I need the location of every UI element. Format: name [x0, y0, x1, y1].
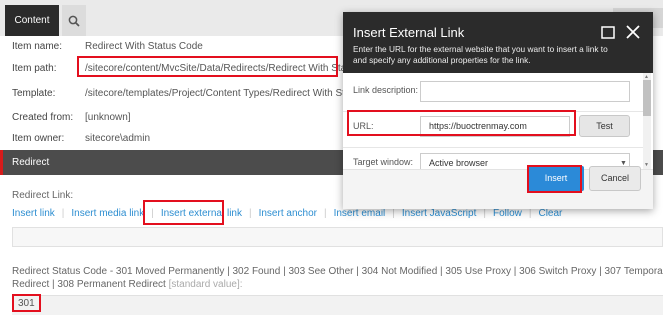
status-code-field[interactable]: [12, 295, 663, 315]
toolbar-separator: |: [248, 208, 252, 219]
item-name-label: Item name:: [12, 41, 63, 52]
scroll-down-arrow-icon[interactable]: ▼: [644, 162, 649, 168]
item-name-value: Redirect With Status Code: [85, 41, 203, 52]
standard-value-note: [standard value]:: [168, 279, 243, 290]
dialog-header: Insert External Link Enter the URL for t…: [343, 12, 653, 73]
search-icon: [68, 15, 80, 27]
insert-email-button[interactable]: Insert email: [334, 208, 386, 219]
tab-content[interactable]: Content: [5, 5, 59, 36]
toolbar-separator: |: [392, 208, 395, 219]
insert-link-button[interactable]: Insert link: [12, 208, 55, 219]
toolbar-separator: |: [61, 208, 65, 219]
cancel-button[interactable]: Cancel: [589, 166, 641, 191]
close-icon[interactable]: [625, 24, 641, 40]
test-button[interactable]: Test: [579, 115, 630, 137]
dialog-scrollbar-thumb[interactable]: [643, 80, 651, 116]
redirect-link-label: Redirect Link:: [12, 190, 74, 201]
status-code-highlight: [12, 294, 41, 312]
target-window-label: Target window:: [353, 157, 414, 167]
item-owner-value: sitecore\admin: [85, 133, 151, 144]
created-from-label: Created from:: [12, 112, 74, 123]
toolbar-separator: |: [323, 208, 327, 219]
item-path-label: Item path:: [12, 63, 57, 74]
tab-search[interactable]: [62, 5, 86, 36]
template-label: Template:: [12, 88, 56, 99]
created-from-value: [unknown]: [85, 112, 131, 123]
toolbar-separator: |: [528, 208, 532, 219]
scroll-up-arrow-icon[interactable]: ▲: [644, 74, 649, 80]
redirect-link-field[interactable]: [12, 227, 663, 247]
item-owner-label: Item owner:: [12, 133, 65, 144]
status-code-label: Redirect Status Code - 301 Moved Permane…: [12, 265, 663, 291]
toolbar-separator: |: [483, 208, 486, 219]
dialog-title: Insert External Link: [353, 25, 465, 40]
follow-button[interactable]: Follow: [493, 208, 522, 219]
maximize-icon[interactable]: [600, 24, 616, 40]
insert-javascript-button[interactable]: Insert JavaScript: [402, 208, 476, 219]
url-highlight: [347, 110, 576, 136]
dialog-separator: [343, 147, 643, 148]
insert-external-link-dialog: Insert External Link Enter the URL for t…: [343, 12, 653, 209]
clear-button[interactable]: Clear: [538, 208, 562, 219]
link-description-label: Link description:: [353, 85, 419, 95]
dialog-subtitle: Enter the URL for the external website t…: [353, 44, 608, 65]
insert-button-highlight: [527, 165, 582, 193]
section-title: Redirect: [12, 157, 50, 168]
item-path-highlight: [77, 56, 338, 77]
link-description-input[interactable]: [420, 81, 630, 102]
link-toolbar: Insert link | Insert media link | Insert ext…: [12, 208, 562, 219]
insert-anchor-button[interactable]: Insert anchor: [259, 208, 317, 219]
section-accent-bar: [0, 150, 3, 175]
insert-media-link-button[interactable]: Insert media link: [71, 208, 144, 219]
insert-external-link-highlight: [143, 200, 224, 225]
status-code-label-text: Redirect Status Code - 301 Moved Permane…: [12, 266, 663, 290]
